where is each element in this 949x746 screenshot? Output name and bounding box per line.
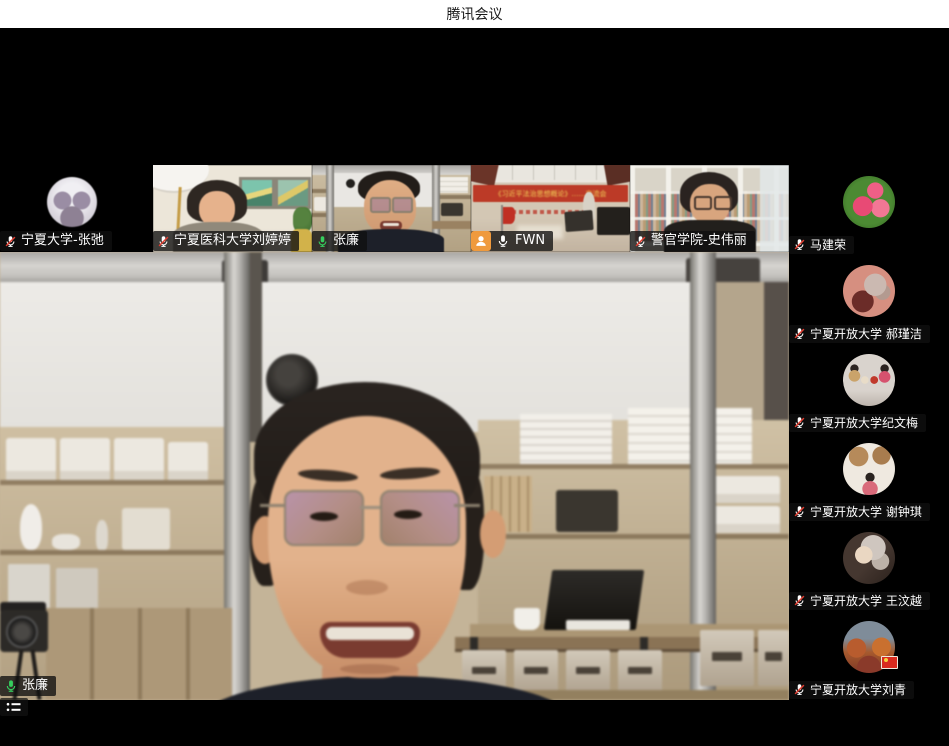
avatar-lotus xyxy=(843,176,895,228)
mic-muted-icon xyxy=(793,416,806,429)
list-view-toggle-button[interactable] xyxy=(0,698,28,716)
thumbnail-4[interactable]: 《习近平法治思想概论》……交流会 xyxy=(471,165,630,252)
storage-box xyxy=(114,438,164,480)
mic-muted-icon xyxy=(793,238,806,251)
app-title: 腾讯会议 xyxy=(447,4,503,24)
banner: 《习近平法治思想概论》……交流会 xyxy=(473,185,628,202)
drawer-box xyxy=(758,630,789,686)
storage-box xyxy=(60,438,110,480)
participant-name-tag: FWN xyxy=(471,231,553,251)
participant-name-tag: 张廉 xyxy=(312,231,367,251)
thumbnail-2[interactable]: 宁夏医科大学刘婷婷 xyxy=(153,165,312,252)
window-titlebar: 腾讯会议 xyxy=(0,0,949,28)
participant-name-tag: 宁夏开放大学 谢钟琪 xyxy=(789,503,930,521)
participant-name: 张廉 xyxy=(333,233,359,249)
participant-name-tag: 宁夏医科大学刘婷婷 xyxy=(153,231,299,251)
speaker-name: 张廉 xyxy=(22,678,48,694)
speaker-figure xyxy=(196,382,576,700)
mic-on-icon xyxy=(496,234,510,248)
participant-name: 宁夏开放大学 谢钟琪 xyxy=(810,505,922,519)
thumbnail-1[interactable]: 宁夏大学-张弛 xyxy=(0,165,153,252)
participant-name-tag: 宁夏开放大学刘青 xyxy=(789,681,914,699)
avatar-cartoon-family xyxy=(843,354,895,406)
avatar-anime-profile xyxy=(843,532,895,584)
speaker-glasses xyxy=(284,490,456,548)
participant-name: 宁夏开放大学纪文梅 xyxy=(810,416,918,430)
mic-muted-icon xyxy=(634,235,647,248)
mic-muted-icon xyxy=(157,235,170,248)
participant-name: 宁夏医科大学刘婷婷 xyxy=(174,233,291,249)
participant-name: 警官学院-史伟丽 xyxy=(651,233,747,249)
main-video-scene xyxy=(0,252,789,700)
list-view-icon xyxy=(5,701,23,713)
participant-name-tag: 宁夏开放大学 郝瑾洁 xyxy=(789,325,930,343)
presenter-badge-icon xyxy=(471,231,491,251)
main-speaker-video[interactable]: 张廉 xyxy=(0,252,789,746)
mic-muted-icon xyxy=(793,505,806,518)
participant-tile-3[interactable]: 宁夏开放大学纪文梅 xyxy=(789,343,949,432)
participant-tile-2[interactable]: 宁夏开放大学 郝瑾洁 xyxy=(789,254,949,343)
avatar-bouquet-illustration xyxy=(843,265,895,317)
thumbnail-5[interactable]: 警官学院-史伟丽 xyxy=(630,165,789,252)
mic-muted-icon xyxy=(793,327,806,340)
storage-box xyxy=(6,438,56,480)
mic-active-icon xyxy=(4,679,18,693)
participant-name-tag: 马建荣 xyxy=(789,236,854,254)
mic-muted-icon xyxy=(793,594,806,607)
speaker-shoulders xyxy=(196,676,576,700)
participant-name-tag: 宁夏开放大学 王汶越 xyxy=(789,592,930,610)
mic-active-icon xyxy=(316,235,329,248)
participant-name: 宁夏大学-张弛 xyxy=(21,233,104,249)
participant-name: 宁夏开放大学 郝瑾洁 xyxy=(810,327,922,341)
drawer-box xyxy=(700,630,754,686)
participant-name: FWN xyxy=(515,233,545,249)
participant-name: 宁夏开放大学 王汶越 xyxy=(810,594,922,608)
bookshelf-room-art xyxy=(0,252,789,700)
participant-name-tag: 警官学院-史伟丽 xyxy=(630,231,755,251)
participant-name-tag: 宁夏开放大学纪文梅 xyxy=(789,414,926,432)
thumbnail-strip: 宁夏大学-张弛 宁夏医科大学刘婷婷 xyxy=(0,165,789,252)
mic-muted-icon xyxy=(793,683,806,696)
participant-tile-1[interactable]: 马建荣 xyxy=(789,165,949,254)
china-flag-badge xyxy=(881,656,898,669)
avatar-dog xyxy=(843,443,895,495)
white-vase xyxy=(20,504,42,550)
participant-tile-4[interactable]: 宁夏开放大学 谢钟琪 xyxy=(789,432,949,521)
thumbnail-3[interactable]: 张廉 xyxy=(312,165,471,252)
participant-name-tag: 宁夏大学-张弛 xyxy=(0,231,112,251)
meeting-window: { "app": { "title": "腾讯会议" }, "colors": … xyxy=(0,0,949,746)
participant-name: 宁夏开放大学刘青 xyxy=(810,683,906,697)
drawer-box xyxy=(618,650,662,692)
participant-name: 马建荣 xyxy=(810,238,846,252)
participant-sidebar: 马建荣 宁夏开放大学 郝瑾洁 宁夏开放大 xyxy=(789,165,949,746)
participant-tile-6[interactable]: 宁夏开放大学刘青 xyxy=(789,610,949,699)
participant-tile-5[interactable]: 宁夏开放大学 王汶越 xyxy=(789,521,949,610)
speaker-name-tag: 张廉 xyxy=(0,676,56,696)
mic-muted-icon xyxy=(4,235,17,248)
